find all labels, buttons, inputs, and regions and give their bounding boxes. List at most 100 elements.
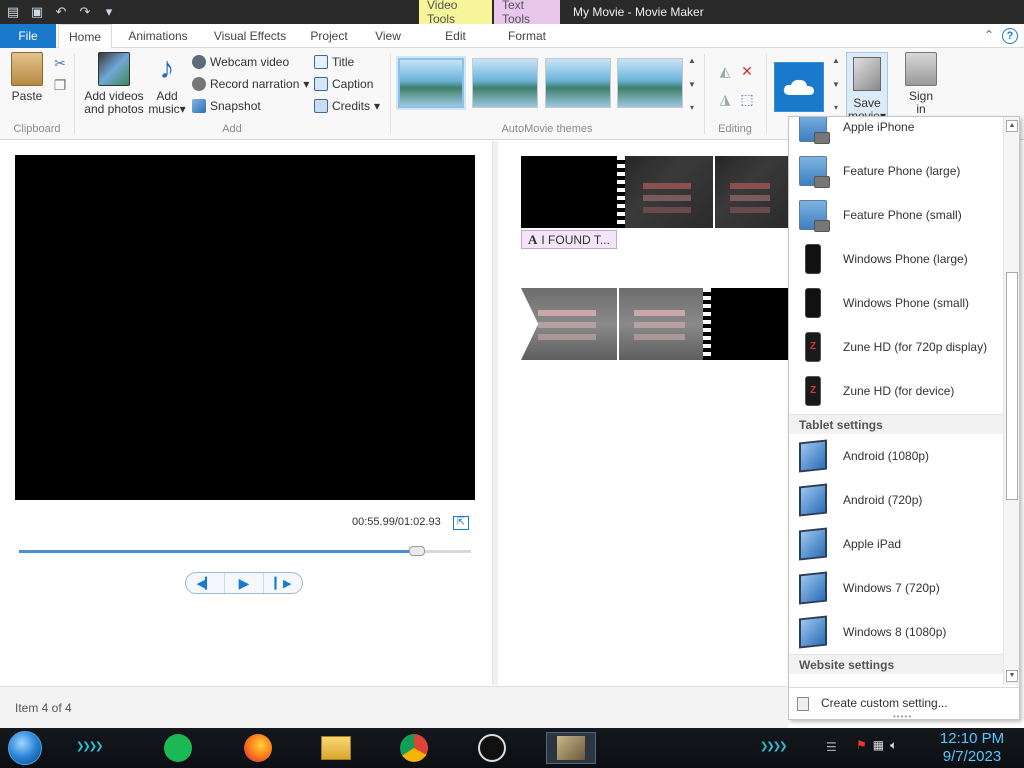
scroll-up-icon[interactable]: ▲ xyxy=(1006,120,1018,132)
webcam-video-button[interactable]: Webcam video xyxy=(192,52,289,72)
menu-item-android-720p[interactable]: Android (720p) xyxy=(789,478,1003,522)
menu-scrollbar[interactable]: ▲ ▼ xyxy=(1003,117,1019,685)
remove-icon[interactable]: ✕ xyxy=(738,62,756,80)
tab-project[interactable]: Project xyxy=(302,24,356,48)
taskbar-chrome[interactable] xyxy=(392,732,436,764)
ribbon-tab-row: File Home Animations Visual Effects Proj… xyxy=(0,24,1024,49)
title-button[interactable]: Title xyxy=(314,52,354,72)
menu-item-apple-iphone[interactable]: Apple iPhone xyxy=(789,117,1003,149)
record-narration-button[interactable]: Record narration ▾ xyxy=(192,74,309,94)
scroll-up-icon[interactable]: ▲ xyxy=(688,56,696,65)
group-label-editing: Editing xyxy=(718,123,752,135)
paste-button[interactable]: Paste xyxy=(8,52,46,103)
menu-item-windows-phone-small[interactable]: Windows Phone (small) xyxy=(789,281,1003,325)
theme-thumbnail[interactable] xyxy=(545,58,611,108)
minimize-ribbon-icon[interactable]: ⌃ xyxy=(984,28,994,42)
scroll-down-icon[interactable]: ▼ xyxy=(688,80,696,89)
seek-thumb[interactable] xyxy=(408,546,425,556)
menu-item-create-custom-setting[interactable]: Create custom setting... ••••• xyxy=(789,687,1019,719)
tab-edit[interactable]: Edit xyxy=(419,24,492,48)
custom-setting-icon xyxy=(797,697,809,711)
menu-item-windows-7-720p[interactable]: Windows 7 (720p) xyxy=(789,566,1003,610)
menu-item-zune-hd-device[interactable]: Zune HD (for device) xyxy=(789,369,1003,413)
caption-button[interactable]: Caption xyxy=(314,74,373,94)
tab-file[interactable]: File xyxy=(0,24,56,48)
resize-grip-icon[interactable]: ••••• xyxy=(893,712,912,719)
taskbar-movie-maker[interactable] xyxy=(546,732,596,764)
copy-icon[interactable]: ❐ xyxy=(51,76,69,94)
share-scroll[interactable]: ▲ ▼ ▾ xyxy=(830,56,842,112)
start-button[interactable] xyxy=(8,731,42,765)
storyboard-clip[interactable] xyxy=(521,288,788,360)
rotate-left-icon[interactable]: ◭ xyxy=(716,62,734,80)
sign-in-button[interactable]: Sign in xyxy=(900,52,942,116)
taskbar-decoration: ❯❯❯❯ xyxy=(760,741,787,752)
play-button[interactable]: ▶ xyxy=(225,573,264,593)
previous-frame-button[interactable]: ◀▎ xyxy=(186,573,225,593)
menu-item-zune-hd-720p[interactable]: Zune HD (for 720p display) xyxy=(789,325,1003,369)
scroll-down-icon[interactable]: ▼ xyxy=(1006,670,1018,682)
cut-icon[interactable]: ✂ xyxy=(51,54,69,72)
menu-item-android-1080p[interactable]: Android (1080p) xyxy=(789,434,1003,478)
scroll-thumb[interactable] xyxy=(1006,272,1018,500)
clip-frame xyxy=(711,288,788,360)
themes-scroll[interactable]: ▲ ▼ ▾ xyxy=(686,56,698,112)
onedrive-share-button[interactable] xyxy=(774,62,824,112)
undo-icon[interactable]: ↶ xyxy=(50,1,72,23)
next-frame-button[interactable]: ▎▶ xyxy=(264,573,302,593)
tab-visual-effects[interactable]: Visual Effects xyxy=(206,24,294,48)
tablet-icon xyxy=(799,483,827,517)
playback-controls: ◀▎ ▶ ▎▶ xyxy=(185,572,303,594)
seek-progress xyxy=(19,550,417,553)
taskbar-recorder[interactable] xyxy=(470,732,514,764)
music-note-icon: ♪ xyxy=(159,52,175,85)
folder-icon xyxy=(321,736,351,760)
theme-thumbnail[interactable] xyxy=(398,58,464,108)
snapshot-button[interactable]: Snapshot xyxy=(192,96,261,116)
volume-icon[interactable]: 🔈︎ xyxy=(890,738,897,753)
seek-bar[interactable] xyxy=(19,546,471,556)
action-center-flag-icon[interactable]: ⚑ xyxy=(856,738,867,753)
expand-gallery-icon[interactable]: ▾ xyxy=(834,103,838,112)
network-icon[interactable]: ▦ xyxy=(873,738,884,753)
tab-view[interactable]: View xyxy=(362,24,414,48)
menu-item-feature-phone-small[interactable]: Feature Phone (small) xyxy=(789,193,1003,237)
show-desktop-icon[interactable]: ☰ xyxy=(826,740,837,754)
taskbar-spotify[interactable] xyxy=(156,732,200,764)
group-label-clipboard: Clipboard xyxy=(13,123,61,135)
add-music-button[interactable]: ♪ Add music▾ xyxy=(148,52,186,116)
expand-gallery-icon[interactable]: ▾ xyxy=(690,103,694,112)
video-preview[interactable] xyxy=(15,155,475,500)
clip-frame xyxy=(619,288,703,360)
taskbar-file-explorer[interactable] xyxy=(314,732,358,764)
menu-item-apple-ipad[interactable]: Apple iPad xyxy=(789,522,1003,566)
group-separator xyxy=(766,54,767,134)
save-icon[interactable]: ▣ xyxy=(26,1,48,23)
menu-item-windows-phone-large[interactable]: Windows Phone (large) xyxy=(789,237,1003,281)
theme-thumbnail[interactable] xyxy=(617,58,683,108)
tab-format[interactable]: Format xyxy=(494,24,560,48)
rotate-right-icon[interactable]: ◮ xyxy=(716,90,734,108)
tab-home[interactable]: Home xyxy=(58,24,112,49)
tab-animations[interactable]: Animations xyxy=(118,24,198,48)
caption-item[interactable]: A I FOUND T... xyxy=(521,230,617,249)
taskbar-firefox[interactable] xyxy=(236,732,280,764)
taskbar-clock[interactable]: 12:10 PM 9/7/2023 xyxy=(930,730,1014,766)
caption-icon xyxy=(314,77,328,91)
menu-item-windows-8-1080p[interactable]: Windows 8 (1080p) xyxy=(789,610,1003,654)
menu-item-feature-phone-large[interactable]: Feature Phone (large) xyxy=(789,149,1003,193)
add-videos-photos-button[interactable]: Add videos and photos xyxy=(82,52,146,116)
credits-button[interactable]: Credits ▾ xyxy=(314,96,380,116)
scroll-down-icon[interactable]: ▼ xyxy=(832,80,840,89)
app-menu-icon[interactable]: ▤ xyxy=(2,1,24,23)
fullscreen-icon[interactable]: ⇱ xyxy=(453,516,469,530)
film-sprocket xyxy=(703,288,711,360)
storyboard-clip[interactable] xyxy=(521,156,788,228)
film-sprocket xyxy=(617,156,625,228)
redo-icon[interactable]: ↷ xyxy=(74,1,96,23)
scroll-up-icon[interactable]: ▲ xyxy=(832,56,840,65)
help-icon[interactable]: ? xyxy=(1002,28,1018,44)
select-all-icon[interactable]: ⬚ xyxy=(738,90,756,108)
theme-thumbnail[interactable] xyxy=(472,58,538,108)
customize-qat-icon[interactable]: ▾ xyxy=(98,1,120,23)
